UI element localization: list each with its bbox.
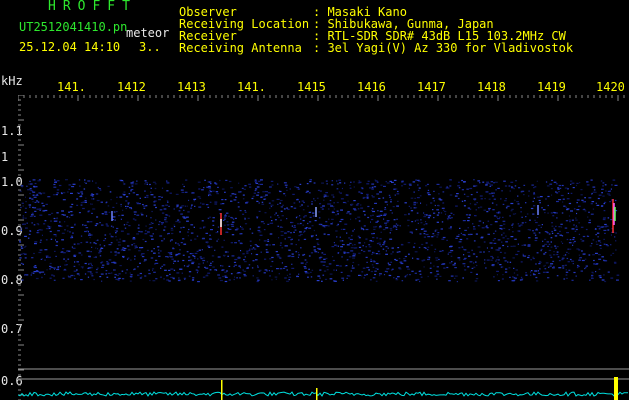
baseline-trace: [18, 391, 629, 397]
y-tick-label: 1: [1, 150, 9, 164]
antenna-value: : 3el Yagi(V) Az 330 for Vladivostok: [313, 41, 574, 55]
marker-bar: [221, 380, 223, 400]
x-tick-label: 141.: [237, 80, 266, 94]
x-tick-label: 1417: [417, 80, 446, 94]
file-name: UT2512041410.pn: [19, 20, 128, 34]
app-title: HROFFT: [48, 0, 137, 14]
x-tick-label: 1419: [537, 80, 566, 94]
date-time: 25.12.04 14:10: [19, 40, 121, 54]
x-tick-label: 1416: [357, 80, 386, 94]
marker-bar: [614, 377, 618, 400]
count: 3..: [139, 40, 161, 54]
x-tick-label: 1420: [596, 80, 625, 94]
meteor-label: meteor: [126, 26, 170, 40]
x-tick-label: 1418: [477, 80, 506, 94]
x-tick-label: 1412: [117, 80, 146, 94]
marker-bar: [316, 388, 318, 400]
x-tick-label: 1413: [177, 80, 206, 94]
x-tick-label: 141.: [57, 80, 86, 94]
antenna-label: Receiving Antenna: [179, 41, 302, 55]
tick-marks: [18, 95, 625, 400]
spectrogram-plot: [18, 95, 629, 400]
noise-band: [19, 179, 620, 283]
x-tick-label: 1415: [297, 80, 326, 94]
unit-label: kHz: [1, 74, 23, 88]
